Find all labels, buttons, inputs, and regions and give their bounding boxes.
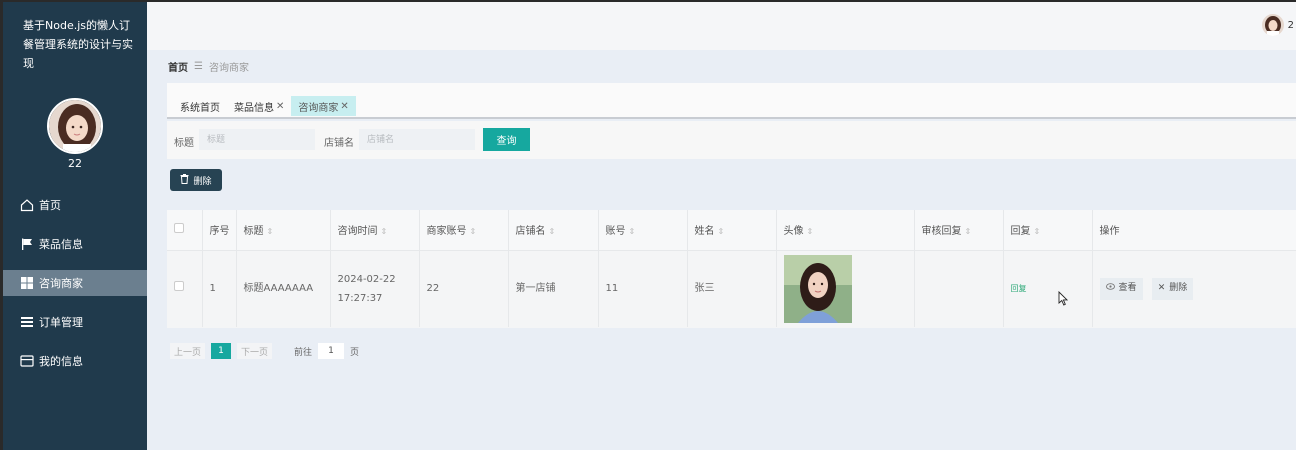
title-search-input[interactable] — [199, 129, 315, 150]
cell-actions: 查看 ✕ 删除 — [1092, 250, 1296, 327]
eye-icon — [1105, 279, 1115, 298]
row-delete-button[interactable]: ✕ 删除 — [1151, 277, 1194, 300]
tab-dishes[interactable]: 菜品信息 ✕ — [227, 96, 291, 116]
batch-delete-button[interactable]: 删除 — [170, 169, 222, 191]
header-avatar[interactable] — [1262, 14, 1284, 36]
sort-icon[interactable]: ⇕ — [549, 227, 556, 236]
sidebar: 基于Node.js的懒人订餐管理系统的设计与实现 22 首页 菜品信息 咨询商家… — [3, 2, 147, 450]
breadcrumb-separator-icon: ☰ — [194, 61, 203, 72]
header-username: 2 — [1287, 20, 1294, 31]
cell-photo — [776, 250, 915, 327]
tab-consult[interactable]: 咨询商家 ✕ — [291, 96, 356, 116]
sidebar-item-dishes[interactable]: 菜品信息 — [3, 231, 147, 257]
sidebar-item-profile[interactable]: 我的信息 — [3, 348, 147, 374]
avatar[interactable] — [47, 98, 103, 154]
sort-icon[interactable]: ⇕ — [381, 227, 388, 236]
reply-link[interactable]: 回复 — [1011, 284, 1027, 293]
close-icon: ✕ — [1157, 283, 1166, 294]
sidebar-item-label: 首页 — [39, 199, 61, 212]
cell-shop: 第一店铺 — [508, 250, 599, 327]
page-unit-label: 页 — [350, 347, 360, 358]
cell-review — [914, 250, 1004, 327]
mouse-cursor-icon — [1058, 290, 1069, 309]
cell-time: 2024-02-22 17:27:37 — [330, 250, 420, 327]
prev-page-button[interactable]: 上一页 — [170, 343, 206, 359]
app-title: 基于Node.js的懒人订餐管理系统的设计与实现 — [23, 19, 133, 70]
tab-label: 咨询商家 — [298, 102, 339, 114]
goto-page-input[interactable]: 1 — [318, 343, 345, 359]
cell-reply: 回复 — [1003, 250, 1093, 327]
pagination: 上一页 1 下一页 前往 1 页 — [170, 343, 359, 359]
column-header: 操作 — [1092, 210, 1296, 251]
column-header[interactable]: 标题 ⇕ — [236, 210, 331, 251]
sidebar-item-label: 咨询商家 — [39, 277, 83, 290]
table-header-row: 序号 标题 ⇕ 咨询时间 ⇕ 商家账号 ⇕ 店铺名 ⇕ 账号 ⇕ 姓名 ⇕ 头像 ⇕ 审核回复… — [167, 210, 1296, 251]
sort-icon[interactable]: ⇕ — [267, 227, 274, 236]
sort-icon[interactable]: ⇕ — [965, 227, 972, 236]
column-header[interactable]: 头像 ⇕ — [776, 210, 915, 251]
next-page-button[interactable]: 下一页 — [237, 343, 273, 359]
cell-title: 标题AAAAAAA — [236, 250, 331, 327]
flag-icon — [19, 236, 35, 252]
column-header[interactable]: 账号 ⇕ — [598, 210, 688, 251]
column-header[interactable]: 回复 ⇕ — [1003, 210, 1093, 251]
row-select-cell — [167, 250, 203, 327]
tab-system-home[interactable]: 系统首页 — [173, 96, 227, 116]
column-header[interactable]: 姓名 ⇕ — [687, 210, 777, 251]
sidebar-menu: 首页 菜品信息 咨询商家 订单管理 我的信息 — [3, 192, 147, 387]
breadcrumb: 首页 ☰ 咨询商家 — [168, 59, 249, 74]
search-panel: 标题 店铺名 查询 — [167, 121, 1296, 159]
close-icon[interactable]: ✕ — [340, 101, 348, 112]
data-table: 序号 标题 ⇕ 咨询时间 ⇕ 商家账号 ⇕ 店铺名 ⇕ 账号 ⇕ 姓名 ⇕ 头像 ⇕ 审核回复… — [167, 210, 1296, 328]
search-button[interactable]: 查询 — [483, 128, 530, 151]
home-icon — [19, 197, 35, 213]
page-number-current[interactable]: 1 — [211, 343, 232, 359]
sidebar-item-label: 订单管理 — [39, 316, 83, 329]
sidebar-item-home[interactable]: 首页 — [3, 192, 147, 218]
breadcrumb-home[interactable]: 首页 — [168, 59, 188, 74]
cell-merchant: 22 — [419, 250, 509, 327]
cell-account: 11 — [598, 250, 688, 327]
column-header: 序号 — [202, 210, 237, 251]
top-header: 2 — [147, 2, 1296, 50]
column-header[interactable]: 审核回复 ⇕ — [914, 210, 1004, 251]
sidebar-item-orders[interactable]: 订单管理 — [3, 309, 147, 335]
tabs-panel: 系统首页 菜品信息 ✕ 咨询商家 ✕ — [167, 83, 1296, 119]
trash-icon — [180, 173, 189, 187]
row-avatar-image[interactable] — [783, 254, 852, 323]
shop-filter-label: 店铺名 — [324, 138, 354, 149]
sort-icon[interactable]: ⇕ — [470, 227, 477, 236]
sort-icon[interactable]: ⇕ — [1034, 227, 1041, 236]
tab-label: 系统首页 — [180, 102, 220, 114]
column-header[interactable]: 商家账号 ⇕ — [419, 210, 509, 251]
column-header[interactable]: 咨询时间 ⇕ — [330, 210, 420, 251]
cell-name: 张三 — [687, 250, 777, 327]
delete-label: 删除 — [193, 176, 212, 187]
shop-search-input[interactable] — [359, 129, 475, 150]
table-row: 1 标题AAAAAAA 2024-02-22 17:27:37 22 第一店铺 … — [167, 250, 1296, 327]
goto-label: 前往 — [294, 347, 313, 358]
breadcrumb-current: 咨询商家 — [208, 63, 249, 74]
sidebar-item-label: 菜品信息 — [39, 238, 83, 251]
close-icon[interactable]: ✕ — [276, 101, 284, 112]
tab-label: 菜品信息 — [234, 102, 274, 114]
card-icon — [19, 353, 35, 369]
view-button[interactable]: 查看 — [1099, 277, 1143, 300]
list-icon — [19, 314, 35, 330]
sort-icon[interactable]: ⇕ — [629, 227, 636, 236]
sort-icon[interactable]: ⇕ — [807, 227, 814, 236]
cell-index: 1 — [202, 250, 237, 327]
select-all-checkbox[interactable] — [174, 223, 184, 234]
row-checkbox[interactable] — [174, 281, 184, 292]
tabs-bar: 系统首页 菜品信息 ✕ 咨询商家 ✕ — [173, 96, 356, 116]
sidebar-item-consult[interactable]: 咨询商家 — [3, 270, 147, 296]
select-all-cell — [167, 210, 203, 251]
grid-icon — [19, 275, 35, 291]
sidebar-item-label: 我的信息 — [39, 355, 83, 368]
sort-icon[interactable]: ⇕ — [718, 227, 725, 236]
user-name: 22 — [68, 157, 82, 170]
column-header[interactable]: 店铺名 ⇕ — [508, 210, 599, 251]
title-filter-label: 标题 — [174, 138, 194, 149]
